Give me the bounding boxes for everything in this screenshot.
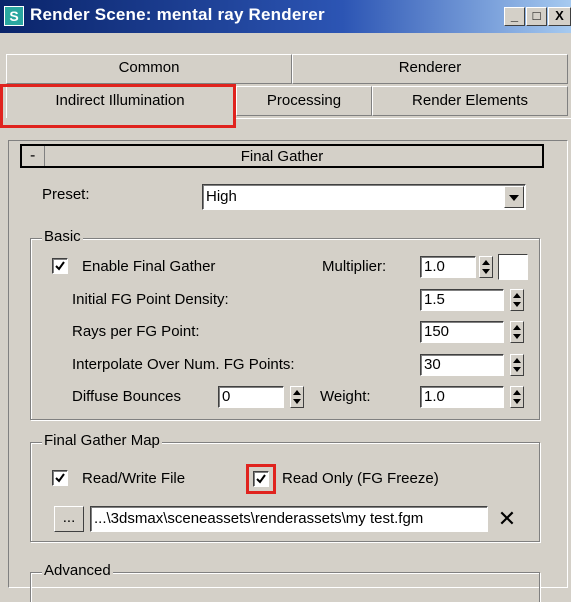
- weight-spinner[interactable]: [510, 386, 524, 408]
- diffuse-bounces-label: Diffuse Bounces: [72, 388, 181, 405]
- tab-common[interactable]: Common: [6, 54, 292, 84]
- tab-render-elements[interactable]: Render Elements: [372, 86, 568, 116]
- read-only-label: Read Only (FG Freeze): [282, 470, 439, 487]
- multiplier-label: Multiplier:: [322, 258, 387, 275]
- basic-group-label: Basic: [42, 228, 83, 245]
- weight-label: Weight:: [320, 388, 371, 405]
- preset-dropdown[interactable]: High: [202, 184, 526, 210]
- tab-processing[interactable]: Processing: [236, 86, 372, 116]
- window-title: Render Scene: mental ray Renderer: [30, 5, 325, 24]
- highlight-box-tab: [0, 84, 236, 128]
- chevron-down-icon[interactable]: [504, 186, 524, 208]
- title-bar[interactable]: S Render Scene: mental ray Renderer _ □ …: [0, 0, 571, 33]
- weight-field[interactable]: 1.0: [420, 386, 504, 408]
- read-write-file-checkbox[interactable]: [52, 470, 68, 486]
- enable-final-gather-label: Enable Final Gather: [82, 258, 216, 275]
- rays-per-fg-point-field[interactable]: 150: [420, 321, 504, 343]
- rays-per-fg-point-spinner[interactable]: [510, 321, 524, 343]
- app-icon[interactable]: S: [4, 6, 24, 26]
- fg-file-path-field[interactable]: ...\3dsmax\sceneassets\renderassets\my t…: [90, 506, 488, 532]
- read-only-checkbox[interactable]: [253, 471, 269, 487]
- final-gather-rollout-header[interactable]: - Final Gather: [20, 144, 544, 168]
- interpolate-label: Interpolate Over Num. FG Points:: [72, 356, 295, 373]
- initial-fg-density-label: Initial FG Point Density:: [72, 291, 229, 308]
- preset-label: Preset:: [42, 186, 90, 203]
- final-gather-map-group-label: Final Gather Map: [42, 432, 162, 449]
- multiplier-field[interactable]: 1.0: [420, 256, 476, 278]
- maximize-button[interactable]: □: [526, 7, 547, 26]
- browse-button[interactable]: ...: [54, 506, 84, 532]
- close-icon: ✕: [497, 506, 517, 531]
- interpolate-spinner[interactable]: [510, 354, 524, 376]
- interpolate-field[interactable]: 30: [420, 354, 504, 376]
- multiplier-color-swatch[interactable]: [498, 254, 528, 280]
- initial-fg-density-field[interactable]: 1.5: [420, 289, 504, 311]
- advanced-group-label: Advanced: [42, 562, 113, 579]
- diffuse-bounces-field[interactable]: 0: [218, 386, 284, 408]
- enable-final-gather-checkbox[interactable]: [52, 258, 68, 274]
- diffuse-bounces-spinner[interactable]: [290, 386, 304, 408]
- initial-fg-density-spinner[interactable]: [510, 289, 524, 311]
- rays-per-fg-point-label: Rays per FG Point:: [72, 323, 200, 340]
- multiplier-spinner[interactable]: [479, 256, 493, 278]
- minimize-button[interactable]: _: [504, 7, 525, 26]
- rollout-title: Final Gather: [240, 148, 324, 165]
- close-button[interactable]: X: [548, 7, 571, 26]
- checkmark-icon: [55, 261, 65, 271]
- checkmark-icon: [256, 474, 266, 484]
- tab-renderer[interactable]: Renderer: [292, 54, 568, 84]
- clear-file-button[interactable]: ✕: [492, 504, 522, 534]
- checkmark-icon: [55, 473, 65, 483]
- read-write-file-label: Read/Write File: [82, 470, 186, 487]
- tab-strip-divider: [234, 118, 571, 119]
